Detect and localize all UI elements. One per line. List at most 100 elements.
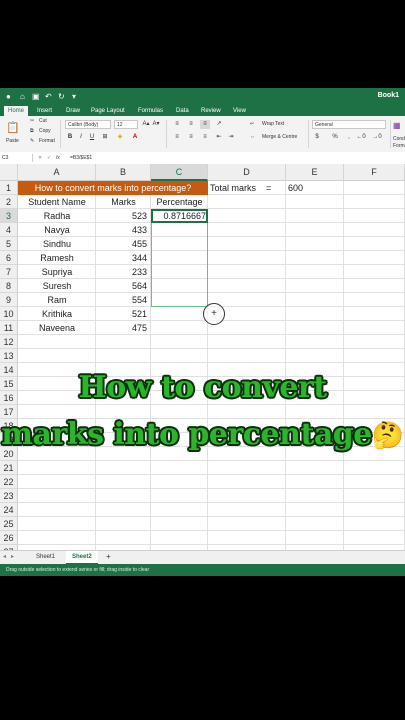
cut-button[interactable]: Cut (39, 118, 47, 125)
student-name-cell[interactable]: Sindhu (18, 237, 96, 251)
student-name-cell[interactable]: Naveena (18, 321, 96, 335)
marks-cell[interactable]: 521 (96, 307, 147, 321)
total-marks-value[interactable]: 600 (288, 181, 303, 195)
header-percentage[interactable]: Percentage (151, 195, 208, 209)
marks-cell[interactable]: 564 (96, 279, 147, 293)
decrease-decimal-icon[interactable]: →0 (372, 133, 382, 142)
orientation-icon[interactable]: ↗ (214, 120, 224, 129)
row-header[interactable]: 5 (0, 237, 18, 251)
column-header[interactable]: B (96, 164, 151, 181)
row-header[interactable]: 8 (0, 279, 18, 293)
align-center-icon[interactable]: ≡ (186, 133, 196, 142)
column-header[interactable]: F (344, 164, 405, 181)
sheet-tab-sheet2[interactable]: Sheet2 (66, 551, 98, 565)
tab-draw[interactable]: Draw (62, 106, 84, 116)
row-header[interactable]: 13 (0, 349, 18, 363)
bold-icon[interactable]: B (65, 133, 75, 142)
student-name-cell[interactable]: Ramesh (18, 251, 96, 265)
home-icon[interactable]: ⌂ (20, 92, 25, 102)
row-header[interactable]: 23 (0, 489, 18, 503)
total-marks-label[interactable]: Total marks (210, 181, 256, 195)
sheet-tab-sheet1[interactable]: Sheet1 (30, 551, 61, 563)
tab-home[interactable]: Home (4, 106, 29, 116)
student-name-cell[interactable]: Navya (18, 223, 96, 237)
row-header[interactable]: 2 (0, 195, 18, 209)
cancel-icon[interactable]: ✕ (38, 154, 42, 162)
wrap-text-button[interactable]: Wrap Text (262, 121, 284, 128)
student-name-cell[interactable]: Suresh (18, 279, 96, 293)
header-marks[interactable]: Marks (96, 195, 151, 209)
spreadsheet-grid[interactable]: A B C D E F 1 2 3 4 5 6 7 8 9 10 11 12 13 14 15 16 17 18 1… (0, 164, 405, 550)
row-header[interactable]: 3 (0, 209, 18, 223)
autosave-icon[interactable]: ● (6, 92, 11, 102)
increase-font-icon[interactable]: A▴ (141, 120, 151, 129)
align-bottom-icon[interactable]: ≡ (200, 120, 210, 129)
marks-cell[interactable]: 233 (96, 265, 147, 279)
row-header[interactable]: 7 (0, 265, 18, 279)
student-name-cell[interactable]: Ram (18, 293, 96, 307)
merge-icon[interactable]: ⇔ (250, 134, 255, 141)
save-icon[interactable]: ▣ (32, 92, 40, 102)
formula-input[interactable]: =B3/$E$1 (70, 154, 92, 162)
row-header[interactable]: 25 (0, 517, 18, 531)
row-header[interactable]: 9 (0, 293, 18, 307)
copy-icon[interactable]: ⧉ (30, 128, 34, 135)
column-header[interactable]: C (151, 164, 208, 181)
fill-color-icon[interactable]: ◈ (115, 133, 125, 142)
conditional-format-icon[interactable]: ▦ (393, 122, 401, 130)
marks-cell[interactable]: 433 (96, 223, 147, 237)
italic-icon[interactable]: I (76, 133, 86, 142)
merge-center-button[interactable]: Merge & Centre (262, 134, 297, 141)
tab-formulas[interactable]: Formulas (134, 106, 167, 116)
equals-cell[interactable]: = (266, 181, 271, 195)
cut-icon[interactable]: ✂ (30, 118, 34, 125)
marks-cell[interactable]: 475 (96, 321, 147, 335)
student-name-cell[interactable]: Radha (18, 209, 96, 223)
font-size-select[interactable]: 12 (114, 120, 138, 129)
tab-insert[interactable]: Insert (33, 106, 56, 116)
underline-icon[interactable]: U (87, 133, 97, 142)
row-header[interactable]: 10 (0, 307, 18, 321)
format-painter-icon[interactable]: ✎ (30, 138, 34, 145)
currency-icon[interactable]: $ (312, 133, 322, 142)
undo-icon[interactable]: ↶ (45, 92, 52, 102)
marks-cell[interactable]: 554 (96, 293, 147, 307)
tab-data[interactable]: Data (172, 106, 193, 116)
percentage-cell-c3[interactable]: 0.8716667 (151, 209, 206, 223)
marks-cell[interactable]: 344 (96, 251, 147, 265)
column-header[interactable]: E (286, 164, 344, 181)
scroll-tabs-right-icon[interactable]: ▸ (11, 551, 14, 563)
paste-button[interactable]: Paste (6, 138, 19, 145)
comma-icon[interactable]: , (344, 133, 354, 142)
paste-icon[interactable]: 📋 (6, 122, 20, 134)
name-box[interactable]: C3 (2, 154, 33, 162)
row-header[interactable]: 24 (0, 503, 18, 517)
column-header[interactable]: A (18, 164, 96, 181)
borders-icon[interactable]: ⊞ (100, 133, 110, 142)
marks-cell[interactable]: 523 (96, 209, 147, 223)
marks-cell[interactable]: 455 (96, 237, 147, 251)
copy-button[interactable]: Copy (39, 128, 51, 135)
title-banner-cell[interactable]: How to convert marks into percentage? (18, 181, 208, 195)
increase-decimal-icon[interactable]: ←0 (356, 133, 366, 142)
align-right-icon[interactable]: ≡ (200, 133, 210, 142)
row-header[interactable]: 6 (0, 251, 18, 265)
row-header[interactable]: 4 (0, 223, 18, 237)
redo-icon[interactable]: ↻ (58, 92, 65, 102)
row-header[interactable]: 22 (0, 475, 18, 489)
row-header[interactable]: 21 (0, 461, 18, 475)
format-painter-button[interactable]: Format (39, 138, 55, 145)
row-header[interactable]: 12 (0, 335, 18, 349)
wrap-text-icon[interactable]: ↵ (250, 121, 254, 128)
select-all-corner[interactable] (0, 164, 18, 181)
number-format-select[interactable]: General (312, 120, 386, 129)
decrease-indent-icon[interactable]: ⇤ (214, 133, 224, 142)
function-icon[interactable]: fx (56, 154, 60, 162)
column-header[interactable]: D (208, 164, 286, 181)
add-sheet-button[interactable]: + (100, 551, 117, 563)
decrease-font-icon[interactable]: A▾ (151, 120, 161, 129)
scroll-tabs-left-icon[interactable]: ◂ (3, 551, 6, 563)
row-header[interactable]: 26 (0, 531, 18, 545)
student-name-cell[interactable]: Krithika (18, 307, 96, 321)
increase-indent-icon[interactable]: ⇥ (226, 133, 236, 142)
